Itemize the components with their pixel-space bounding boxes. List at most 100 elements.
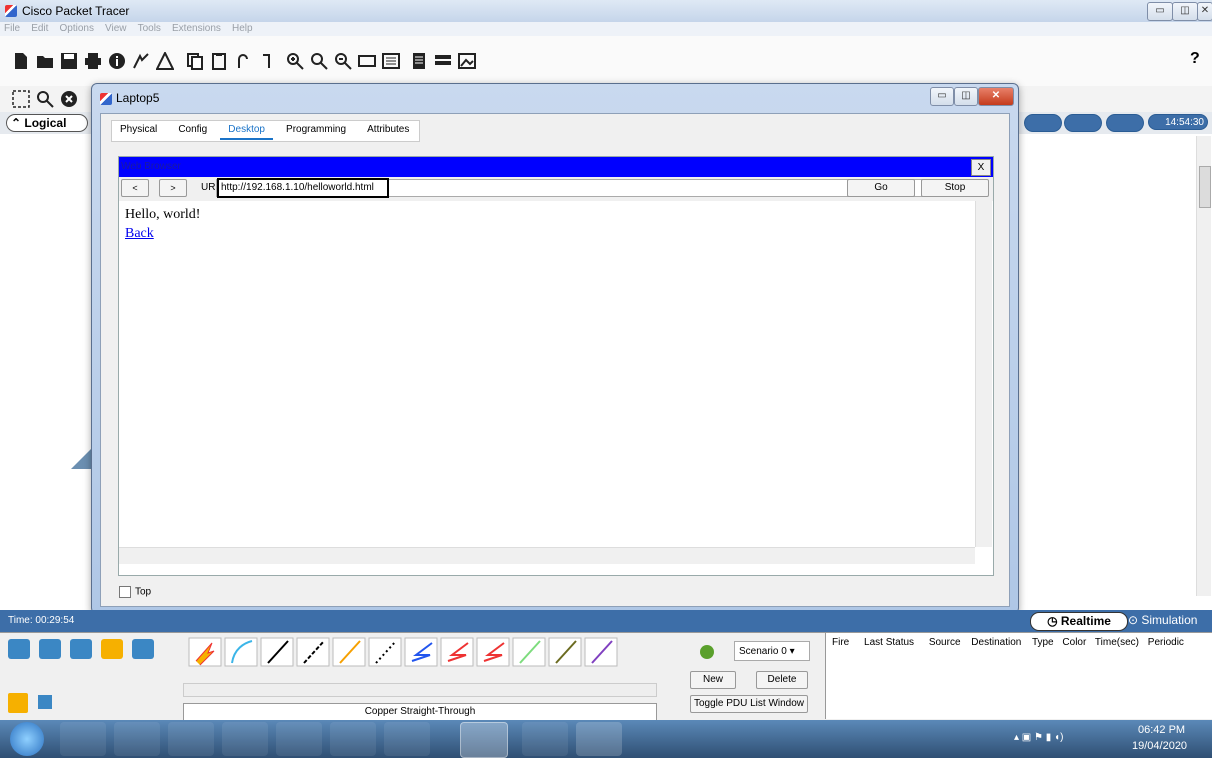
web-browser-title: Web Browser [121,161,181,172]
toggle-pdu-list-button[interactable]: Toggle PDU List Window [690,695,808,713]
cable-console-icon[interactable] [224,637,258,667]
print-icon[interactable] [84,52,102,70]
zoom-in-icon[interactable] [286,52,304,70]
tab-config[interactable]: Config [170,121,215,138]
packet-tracer-taskbar-icon[interactable] [460,722,508,758]
palette-horizontal-scrollbar[interactable] [183,683,657,697]
back-button[interactable]: < [121,179,149,197]
menu-view[interactable]: View [105,23,127,34]
cable-serial-dce-icon[interactable] [440,637,474,667]
scenario-select[interactable]: Scenario 0 ▾ [734,641,810,661]
scenario-info-icon [700,645,714,659]
simulation-time: Time: 00:29:54 [8,615,75,626]
help-button[interactable]: ? [1190,50,1200,68]
zoom-out-icon[interactable] [334,52,352,70]
baidu-icon[interactable] [222,722,268,756]
realtime-button[interactable]: ◷ Realtime [1030,612,1128,631]
viewport-icon[interactable] [1064,114,1102,132]
laptop-maximize-button[interactable]: ◫ [954,87,978,106]
chrome-icon[interactable] [330,722,376,756]
laptop-minimize-button[interactable]: ▭ [930,87,954,106]
paint-icon[interactable] [522,722,568,756]
firefox-icon[interactable] [276,722,322,756]
maximize-button[interactable]: ◫ [1172,2,1198,21]
paste-icon[interactable] [210,52,228,70]
minimize-button[interactable]: ▭ [1147,2,1173,21]
misc-icon[interactable] [132,639,155,659]
grid-icon[interactable] [38,695,52,709]
environment-icon[interactable] [1106,114,1144,132]
zoom-reset-icon[interactable] [310,52,328,70]
components-icon[interactable] [70,639,93,659]
redo-icon[interactable] [258,52,276,70]
media-player-icon[interactable] [168,722,214,756]
forward-button[interactable]: > [159,179,187,197]
tab-physical[interactable]: Physical [112,121,165,138]
top-checkbox[interactable] [119,586,131,598]
stop-button[interactable]: Stop [921,179,989,197]
document-icon[interactable] [410,52,428,70]
image-icon[interactable] [458,52,476,70]
taskbar-time: 06:42 PM [1138,724,1186,736]
tab-desktop[interactable]: Desktop [220,121,273,140]
cable-octal-icon[interactable] [512,637,546,667]
connections-subcategory-icon[interactable] [8,693,28,713]
internet-explorer-icon[interactable] [60,722,106,756]
network-info-icon[interactable] [156,52,174,70]
undo-icon[interactable] [234,52,252,70]
cable-fiber-icon[interactable] [332,637,366,667]
menu-tools[interactable]: Tools [138,23,161,34]
tray-icons[interactable]: ▴ ▣ ⚑ ▮ ◖) [1014,732,1063,743]
browser-horizontal-scrollbar[interactable] [119,547,975,564]
menu-options[interactable]: Options [59,23,93,34]
cable-coaxial-icon[interactable] [404,637,438,667]
delete-scenario-button[interactable]: Delete [756,671,808,689]
cluster-icon[interactable] [1024,114,1062,132]
delete-tool-icon[interactable] [60,90,78,108]
word-icon[interactable] [384,722,430,756]
custom-devices-icon[interactable] [382,52,400,70]
browser-vertical-scrollbar[interactable] [975,201,992,547]
start-button-icon[interactable] [10,722,44,756]
back-link[interactable]: Back [125,226,154,242]
inspect-icon[interactable] [36,90,54,108]
new-scenario-button[interactable]: New [690,671,736,689]
menu-extensions[interactable]: Extensions [172,23,221,34]
top-checkbox-row[interactable]: Top [119,586,151,598]
file-explorer-icon[interactable] [114,722,160,756]
top-checkbox-label: Top [135,586,152,598]
tab-attributes[interactable]: Attributes [359,121,417,138]
select-icon[interactable] [12,90,30,108]
close-button[interactable]: ✕ [1197,2,1212,21]
cable-phone-icon[interactable] [368,637,402,667]
cable-usb-icon[interactable] [584,637,618,667]
new-file-icon[interactable] [12,52,30,70]
web-browser-close-button[interactable]: X [971,159,991,176]
logical-view-button[interactable]: ⌃ Logical [6,114,88,132]
windows-taskbar: ▴ ▣ ⚑ ▮ ◖) 06:42 PM 19/04/2020 [0,720,1212,758]
cable-cross-icon[interactable] [296,637,330,667]
activity-wizard-icon[interactable] [132,52,150,70]
menu-file[interactable]: File [4,23,20,34]
laptop-close-button[interactable]: ✕ [978,87,1014,106]
cable-iot-icon[interactable] [548,637,582,667]
connections-icon[interactable] [101,639,124,659]
copy-icon[interactable] [186,52,204,70]
open-folder-icon[interactable] [36,52,54,70]
save-icon[interactable] [60,52,78,70]
cable-straight-icon[interactable] [260,637,294,667]
cable-auto-icon[interactable] [188,637,222,667]
network-devices-icon[interactable] [8,639,30,659]
workspace-vertical-scrollbar[interactable] [1196,136,1211,596]
simulation-button[interactable]: ⊙ Simulation [1128,612,1210,629]
tab-programming[interactable]: Programming [278,121,354,138]
end-devices-icon[interactable] [39,639,62,659]
go-button[interactable]: Go [847,179,915,197]
menu-edit[interactable]: Edit [31,23,48,34]
drawing-palette-icon[interactable] [358,52,376,70]
desktop-window-icon[interactable] [576,722,622,756]
info-icon[interactable] [108,52,126,70]
menu-help[interactable]: Help [232,23,253,34]
equipment-icon[interactable] [434,52,452,70]
cable-serial-dte-icon[interactable] [476,637,510,667]
